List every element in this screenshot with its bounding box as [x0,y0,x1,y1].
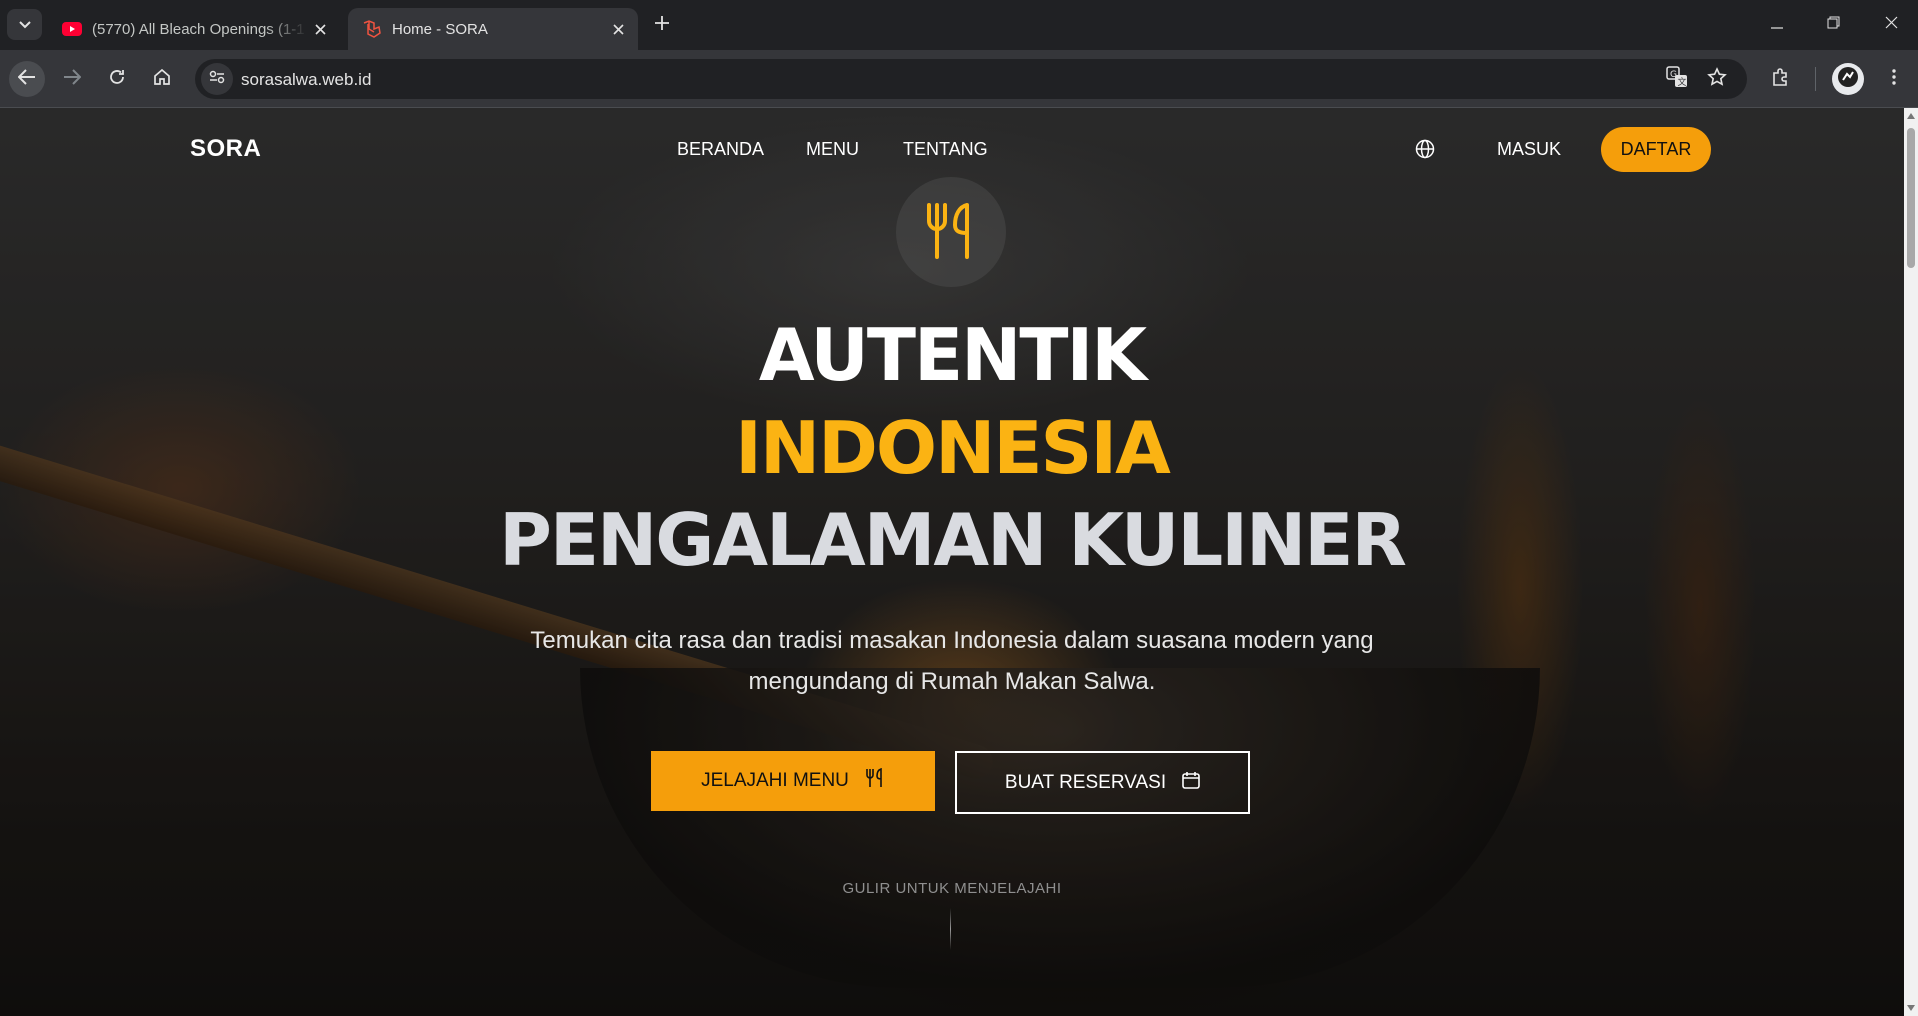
puzzle-icon [1771,67,1791,92]
translate-icon: G文 [1666,65,1688,93]
star-icon [1707,66,1727,92]
restore-icon [1827,16,1840,34]
tab-title: Home - SORA [392,20,488,38]
nav-link-menu[interactable]: MENU [806,139,859,160]
reload-icon [108,68,126,91]
hero-heading-line-1: AUTENTIK [758,313,1147,397]
site-navbar: SORA BERANDA MENU TENTANG MASUK DAFTAR [0,108,1904,188]
scroll-up-arrow[interactable] [1907,113,1915,119]
youtube-icon [62,19,82,39]
page-viewport: SORA BERANDA MENU TENTANG MASUK DAFTAR A… [0,108,1904,1016]
register-button[interactable]: DAFTAR [1601,127,1711,172]
scrollbar-thumb[interactable] [1907,128,1915,268]
toolbar-divider [1815,67,1816,91]
site-info-button[interactable] [201,63,233,95]
tune-icon [209,70,225,89]
address-bar[interactable]: sorasalwa.web.id G文 [195,59,1747,99]
new-tab-button[interactable] [650,13,674,37]
hero-emblem [896,177,1006,287]
hero-heading-line-3: PENGALAMAN KULINER [499,498,1407,582]
restore-button[interactable] [1818,10,1848,40]
utensils-icon [865,767,885,794]
utensils-icon [923,201,979,264]
tab-strip: (5770) All Bleach Openings (1-1 Home - S… [0,0,1918,50]
minimize-button[interactable] [1762,10,1792,40]
plus-icon [655,15,669,35]
svg-text:文: 文 [1678,76,1687,88]
close-icon [1885,16,1898,34]
extensions-button[interactable] [1763,61,1799,97]
browser-toolbar: sorasalwa.web.id G文 [0,50,1918,108]
profile-avatar[interactable] [1832,63,1864,95]
nav-link-beranda[interactable]: BERANDA [677,139,764,160]
chevron-down-icon [18,16,31,34]
explore-menu-button[interactable]: JELAJAHI MENU [651,751,935,811]
make-reservation-button[interactable]: BUAT RESERVASI [955,751,1250,814]
close-icon[interactable] [310,19,330,39]
close-icon[interactable] [608,19,628,39]
tab-youtube[interactable]: (5770) All Bleach Openings (1-1 [48,8,340,50]
globe-icon[interactable] [1414,138,1436,160]
make-reservation-label: BUAT RESERVASI [1004,771,1167,793]
hero-subtitle: Temukan cita rasa dan tradisi masakan In… [530,627,1374,695]
tab-title: (5770) All Bleach Openings (1-1 [92,20,305,38]
tab-home-sora[interactable]: Home - SORA [348,8,638,50]
browser-menu-button[interactable] [1876,61,1912,97]
minimize-icon [1771,16,1783,34]
forward-button[interactable] [54,61,90,97]
scroll-down-arrow[interactable] [1907,1005,1915,1011]
avatar-icon [1837,66,1859,93]
bookmark-button[interactable] [1705,66,1729,92]
home-button[interactable] [144,61,180,97]
url-text[interactable]: sorasalwa.web.id [241,70,371,90]
close-window-button[interactable] [1876,10,1906,40]
page-scrollbar[interactable] [1904,108,1918,1016]
site-logo[interactable]: SORA [190,135,261,163]
calendar-icon [1182,771,1200,795]
scroll-hint: GULIR UNTUK MENJELAJAHI [842,880,1062,897]
translate-button[interactable]: G文 [1665,65,1689,93]
back-button[interactable] [9,61,45,97]
arrow-left-icon [17,68,36,90]
more-vert-icon [1892,68,1896,90]
scroll-indicator-line [950,908,951,950]
reload-button[interactable] [99,61,135,97]
nav-link-tentang[interactable]: TENTANG [903,139,988,160]
explore-menu-label: JELAJAHI MENU [701,770,849,791]
laravel-icon [362,19,382,39]
hero-heading-line-2: INDONESIA [735,406,1171,490]
login-link[interactable]: MASUK [1497,139,1561,160]
tab-search-button[interactable] [7,9,42,40]
home-icon [153,68,171,91]
arrow-right-icon [63,68,82,90]
